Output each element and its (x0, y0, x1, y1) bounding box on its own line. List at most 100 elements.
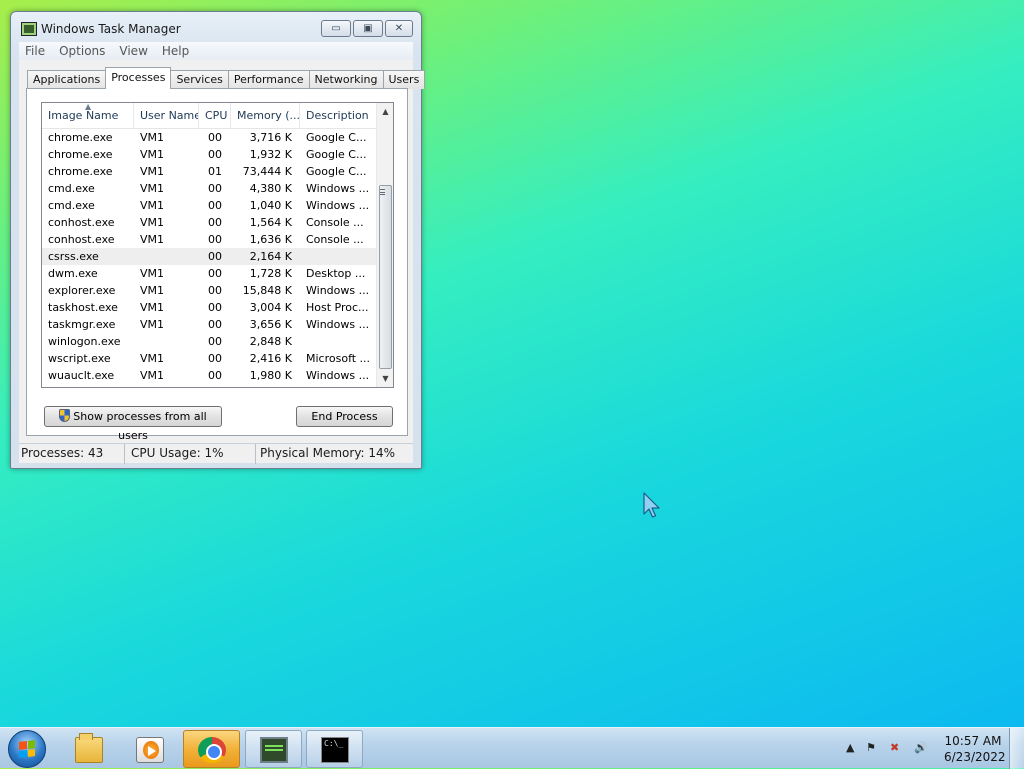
show-desktop-button[interactable] (1009, 728, 1024, 769)
cell-memory: 73,444 K (242, 165, 292, 178)
title-bar[interactable]: Windows Task Manager ▭ ▣ ✕ (11, 12, 421, 42)
cell-description: Windows ... (306, 284, 370, 297)
table-row[interactable]: conhost.exe VM1 00 1,564 K Console ... (42, 214, 377, 231)
scrollbar-thumb[interactable] (379, 185, 392, 369)
cell-image-name: taskhost.exe (48, 301, 118, 314)
column-header-description[interactable]: Description (300, 103, 377, 129)
column-header-image-name[interactable]: ▲ Image Name (42, 103, 134, 129)
task-manager-window[interactable]: Windows Task Manager ▭ ▣ ✕ File Options … (10, 11, 426, 469)
window-title: Windows Task Manager (41, 22, 181, 36)
menu-view[interactable]: View (119, 44, 147, 58)
cell-memory: 1,980 K (249, 369, 292, 382)
cell-cpu: 00 (208, 216, 222, 229)
table-row[interactable]: chrome.exe VM1 01 73,444 K Google C... (42, 163, 377, 180)
table-row[interactable]: taskhost.exe VM1 00 3,004 K Host Proc... (42, 299, 377, 316)
cell-memory: 1,728 K (249, 267, 292, 280)
action-center-icon[interactable]: ⚑ (866, 741, 876, 754)
column-header-cpu[interactable]: CPU (199, 103, 231, 129)
taskbar-cmd-button[interactable]: C:\_ (306, 730, 363, 768)
taskbar-media-player-button[interactable] (121, 730, 178, 768)
cell-image-name: chrome.exe (48, 165, 113, 178)
table-row[interactable]: winlogon.exe 00 2,848 K (42, 333, 377, 350)
volume-icon[interactable]: 🔊 (914, 741, 928, 754)
close-button[interactable]: ✕ (385, 20, 413, 37)
tab-networking[interactable]: Networking (308, 70, 384, 89)
cell-description: Google C... (306, 165, 367, 178)
cell-description: Host Proc... (306, 301, 369, 314)
mouse-cursor-icon (643, 492, 660, 518)
cell-user-name: VM1 (140, 318, 165, 331)
cell-image-name: cmd.exe (48, 182, 95, 195)
cell-memory: 1,040 K (249, 199, 292, 212)
task-manager-icon (260, 737, 288, 763)
cell-image-name: taskmgr.exe (48, 318, 116, 331)
end-process-button[interactable]: End Process (296, 406, 393, 427)
minimize-button[interactable]: ▭ (321, 20, 351, 37)
start-button[interactable] (8, 730, 46, 768)
cell-cpu: 01 (208, 165, 222, 178)
tab-applications[interactable]: Applications (27, 70, 107, 89)
table-row[interactable]: explorer.exe VM1 00 15,848 K Windows ... (42, 282, 377, 299)
cell-description (300, 248, 377, 265)
window-body: Applications Processes Services Performa… (19, 60, 426, 444)
cell-description: Google C... (306, 131, 367, 144)
cell-cpu: 00 (208, 199, 222, 212)
table-row[interactable]: csrss.exe 00 2,164 K (42, 248, 377, 265)
taskbar-task-manager-button[interactable] (245, 730, 302, 768)
cell-user-name: VM1 (140, 267, 165, 280)
process-list[interactable]: ▲ Image Name User Name CPU Memory (... D… (41, 102, 394, 388)
menu-help[interactable]: Help (162, 44, 189, 58)
cell-user-name: VM1 (140, 182, 165, 195)
tab-performance[interactable]: Performance (227, 70, 310, 89)
table-row[interactable]: chrome.exe VM1 00 1,932 K Google C... (42, 146, 377, 163)
cell-user-name: VM1 (140, 352, 165, 365)
cell-image-name: chrome.exe (48, 131, 113, 144)
process-rows: chrome.exe VM1 00 3,716 K Google C... chrome.… (42, 129, 377, 384)
column-header-user-name[interactable]: User Name (134, 103, 199, 129)
scroll-down-arrow-icon[interactable]: ▼ (377, 370, 393, 387)
tab-services[interactable]: Services (170, 70, 229, 89)
cell-memory: 15,848 K (242, 284, 292, 297)
tab-users[interactable]: Users (382, 70, 426, 89)
table-row[interactable]: wscript.exe VM1 00 2,416 K Microsoft ... (42, 350, 377, 367)
taskbar: C:\_ ▲ ⚑ ✖ 🔊 10:57 AM 6/23/2022 (0, 727, 1024, 769)
cell-user-name: VM1 (140, 369, 165, 382)
tab-processes[interactable]: Processes (105, 67, 172, 89)
table-row[interactable]: chrome.exe VM1 00 3,716 K Google C... (42, 129, 377, 146)
status-processes: Processes: 43 (19, 444, 125, 464)
cell-cpu: 00 (208, 250, 222, 263)
column-header-memory[interactable]: Memory (... (231, 103, 300, 129)
table-row[interactable]: cmd.exe VM1 00 1,040 K Windows ... (42, 197, 377, 214)
cell-memory: 3,716 K (249, 131, 292, 144)
network-icon[interactable]: ✖ (890, 741, 899, 754)
scrollbar-grip-icon (380, 189, 385, 195)
taskbar-chrome-button[interactable] (183, 730, 240, 768)
cell-image-name: cmd.exe (48, 199, 95, 212)
cell-image-name: explorer.exe (48, 284, 116, 297)
table-row[interactable]: dwm.exe VM1 00 1,728 K Desktop ... (42, 265, 377, 282)
show-all-processes-button[interactable]: Show processes from all users (44, 406, 222, 442)
uac-shield-icon (59, 409, 71, 422)
clock[interactable]: 10:57 AM 6/23/2022 (944, 733, 1006, 765)
show-hidden-icons-icon[interactable]: ▲ (846, 741, 854, 754)
cell-user-name: VM1 (140, 165, 165, 178)
taskbar-explorer-button[interactable] (60, 730, 117, 768)
table-row[interactable]: conhost.exe VM1 00 1,636 K Console ... (42, 231, 377, 248)
cell-user-name: VM1 (140, 233, 165, 246)
table-row[interactable]: cmd.exe VM1 00 4,380 K Windows ... (42, 180, 377, 197)
cell-description: Microsoft ... (306, 352, 371, 365)
tab-strip: Applications Processes Services Performa… (27, 67, 426, 89)
menu-file[interactable]: File (25, 44, 45, 58)
vertical-scrollbar[interactable]: ▲ ▼ (376, 103, 393, 387)
cell-cpu: 00 (208, 284, 222, 297)
cell-memory: 4,380 K (249, 182, 292, 195)
maximize-button[interactable]: ▣ (353, 20, 383, 37)
table-row[interactable]: wuauclt.exe VM1 00 1,980 K Windows ... (42, 367, 377, 384)
cell-user-name: VM1 (140, 284, 165, 297)
scroll-up-arrow-icon[interactable]: ▲ (377, 103, 393, 120)
cell-description (300, 333, 377, 350)
menu-options[interactable]: Options (59, 44, 105, 58)
table-row[interactable]: taskmgr.exe VM1 00 3,656 K Windows ... (42, 316, 377, 333)
cell-description: Windows ... (306, 369, 370, 382)
chrome-icon (198, 737, 226, 763)
